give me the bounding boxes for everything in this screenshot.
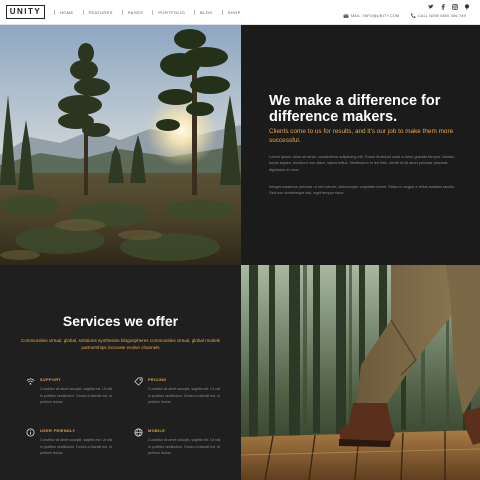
nav-divider [152,10,154,15]
nav-divider [54,10,55,15]
tag-icon [134,377,143,386]
forest-sunset-image [0,25,241,265]
about-heading: We make a difference for difference make… [269,93,441,125]
feature-title: MOBILE [148,429,166,433]
feature-text: Curabitur sit amet suscipit, sagittis es… [40,438,113,455]
nav-divider [121,10,123,15]
feature-title: USER FRIENDLY [40,429,76,433]
site-header: UNITY HOME FEATURES PAGES PORTFOLIO BLOG… [0,0,480,25]
nav-item-features[interactable]: FEATURES [89,10,113,15]
about-paragraph-2: Integer maximus pulvinar ut nisl rutrum,… [269,184,456,196]
facebook-icon[interactable] [440,4,446,10]
nav-item-shop[interactable]: SHOP [228,10,241,15]
hiker-boots-image [241,265,480,480]
feature-title: SUPPORT [40,378,62,382]
nav-item-portfolio[interactable]: PORTFOLIO [158,10,185,15]
contact-email-text: MAIL: INFO@UNITY.COM [351,14,400,18]
feature-title: PRICING [148,378,167,382]
about-paragraph-1: Lorem ipsum dolor sit amet, consectetur … [269,154,455,172]
nav-item-pages[interactable]: PAGES [128,10,144,15]
phone-icon [411,13,416,18]
info-icon [26,428,35,437]
pinterest-icon[interactable] [464,4,470,10]
nav-item-blog[interactable]: BLOG [200,10,213,15]
about-panel: We make a difference for difference make… [241,25,480,265]
services-panel: Services we offer Communities virtual, g… [0,265,241,480]
about-subheading: Clients come to us for results, and it's… [269,128,454,144]
mail-icon [343,14,349,18]
nav-divider [82,10,84,15]
contact-email[interactable]: MAIL: INFO@UNITY.COM [343,13,399,19]
wifi-icon [26,378,35,385]
site-logo[interactable]: UNITY [6,5,45,19]
services-subheading: Communities virtual, global, solutions s… [20,338,221,350]
contact-phone[interactable]: CALL NOW 0800 456 789 [410,13,466,19]
globe-icon [134,428,143,437]
contact-phone-text: CALL NOW 0800 456 789 [418,14,466,18]
services-heading: Services we offer [62,313,179,329]
feature-text: Curabitur sit amet suscipit, sagittis es… [148,438,221,455]
twitter-icon[interactable] [428,4,434,10]
nav-divider [194,10,196,15]
nav-item-home[interactable]: HOME [60,10,74,15]
social-links [428,4,470,10]
main-nav: HOME FEATURES PAGES PORTFOLIO BLOG SHOP [54,0,250,25]
instagram-icon[interactable] [452,4,458,10]
nav-divider [221,10,223,15]
feature-text: Curabitur sit amet suscipit, sagittis es… [148,387,221,404]
feature-text: Curabitur sit amet suscipit, sagittis es… [40,387,113,404]
